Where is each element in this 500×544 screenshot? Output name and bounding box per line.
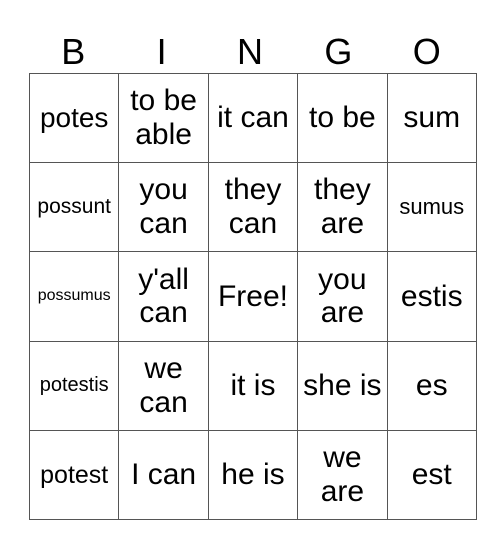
bingo-cell[interactable]: it is: [207, 340, 299, 431]
bingo-cell[interactable]: sum: [386, 72, 477, 164]
bingo-cell[interactable]: they can: [207, 162, 299, 253]
bingo-card: potes to be able it can to be sum possun…: [28, 72, 477, 520]
bingo-cell[interactable]: es: [386, 340, 477, 431]
bingo-cell[interactable]: they are: [297, 162, 388, 253]
header-letter-n: N: [236, 31, 263, 72]
bingo-row: potes to be able it can to be sum: [28, 72, 477, 164]
bingo-cell[interactable]: we are: [297, 429, 388, 520]
header-letter-g: G: [324, 31, 353, 72]
bingo-row: potest I can he is we are est: [28, 429, 477, 520]
bingo-cell[interactable]: est: [386, 429, 477, 520]
bingo-cell[interactable]: she is: [297, 340, 388, 431]
bingo-header: B I N G O: [29, 30, 471, 73]
bingo-cell[interactable]: to be able: [118, 72, 209, 164]
bingo-row: possunt you can they can they are sumus: [28, 162, 477, 253]
bingo-cell[interactable]: you are: [297, 251, 388, 342]
bingo-cell[interactable]: possunt: [28, 162, 120, 253]
header-letter-b: B: [61, 31, 86, 72]
header-letter-i: I: [156, 31, 167, 72]
bingo-row: possumus y'all can Free! you are estis: [28, 251, 477, 342]
bingo-cell[interactable]: we can: [118, 340, 209, 431]
bingo-cell[interactable]: it can: [207, 72, 299, 164]
bingo-cell[interactable]: potes: [28, 72, 120, 164]
bingo-cell[interactable]: you can: [118, 162, 209, 253]
bingo-cell[interactable]: potest: [28, 429, 120, 520]
free-space-cell[interactable]: Free!: [207, 251, 299, 342]
bingo-cell[interactable]: he is: [207, 429, 299, 520]
bingo-cell[interactable]: possumus: [28, 251, 120, 342]
bingo-cell[interactable]: y'all can: [118, 251, 209, 342]
bingo-row: potestis we can it is she is es: [28, 340, 477, 431]
bingo-cell[interactable]: to be: [297, 72, 388, 164]
bingo-cell[interactable]: potestis: [28, 340, 120, 431]
bingo-cell[interactable]: sumus: [386, 162, 477, 253]
bingo-cell[interactable]: I can: [118, 429, 209, 520]
header-letter-o: O: [412, 31, 441, 72]
bingo-cell[interactable]: estis: [386, 251, 477, 342]
